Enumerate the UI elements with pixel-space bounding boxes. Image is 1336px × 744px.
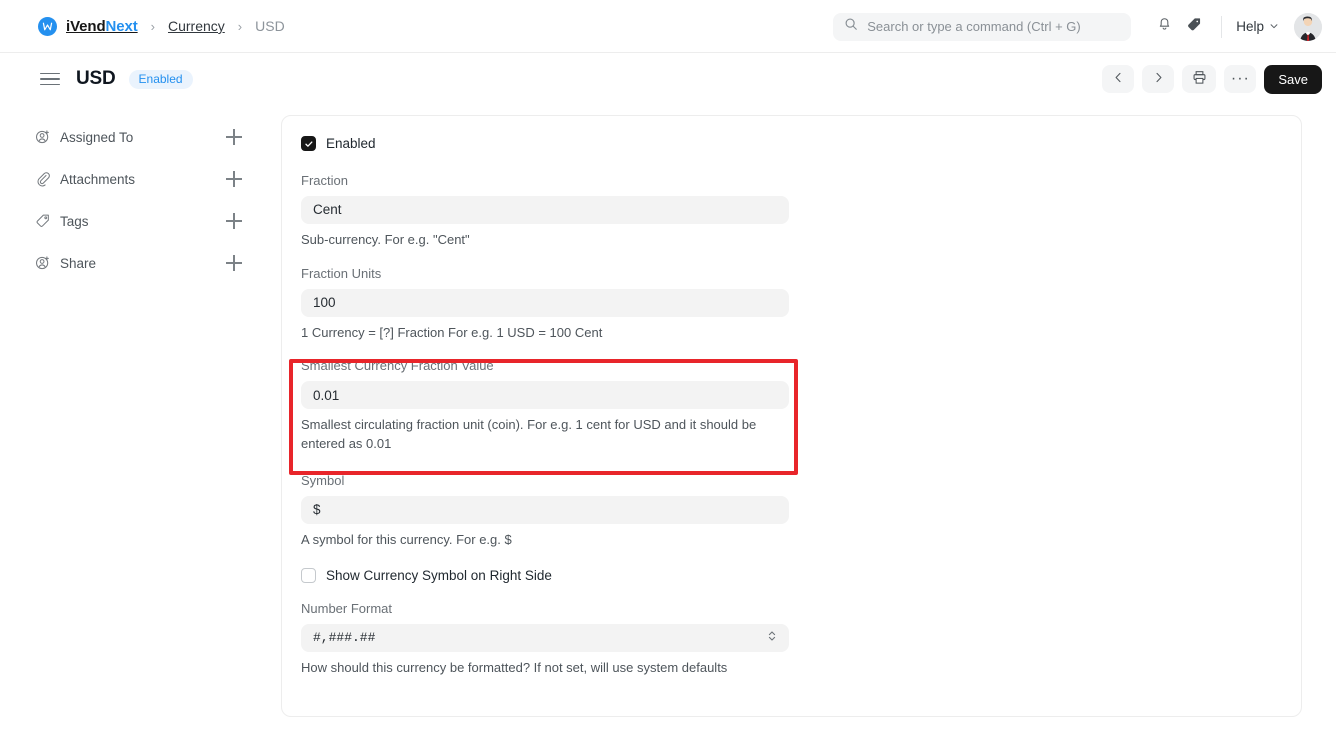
smallest-fraction-input[interactable]: 0.01 <box>301 381 789 410</box>
help-label: Help <box>1236 19 1264 34</box>
print-button[interactable] <box>1182 65 1217 93</box>
show-symbol-right-label: Show Currency Symbol on Right Side <box>326 567 552 583</box>
sidebar-item-tags[interactable]: Tags <box>34 209 258 233</box>
help-menu[interactable]: Help <box>1234 15 1281 38</box>
number-format-field: Number Format #,###.## How should this c… <box>301 601 1282 678</box>
page-header-actions: ··· Save <box>1102 64 1322 94</box>
chevron-right-icon <box>1152 71 1165 87</box>
tag-icon <box>34 213 51 230</box>
add-attachment-button[interactable] <box>226 171 242 187</box>
number-format-value: #,###.## <box>313 630 376 646</box>
brand-name[interactable]: iVendNext <box>66 18 138 35</box>
breadcrumb-item-currency[interactable]: Currency <box>168 18 225 34</box>
sidebar-item-label: Share <box>60 255 97 271</box>
user-avatar[interactable] <box>1294 12 1322 41</box>
top-navbar: iVendNext › Currency › USD Search or typ… <box>0 0 1336 53</box>
fraction-units-help: 1 Currency = [?] Fraction For e.g. 1 USD… <box>301 324 603 340</box>
symbol-label: Symbol <box>301 473 345 489</box>
brand-first: iVend <box>66 17 106 35</box>
notifications-button[interactable] <box>1149 12 1179 42</box>
number-format-select[interactable]: #,###.## <box>301 623 789 652</box>
breadcrumb-separator-2: › <box>237 18 243 34</box>
printer-icon <box>1192 70 1207 88</box>
smallest-fraction-field: Smallest Currency Fraction Value 0.01 Sm… <box>301 358 1282 454</box>
search-icon <box>844 17 858 36</box>
breadcrumb-separator-1: › <box>150 18 155 34</box>
user-plus-icon <box>34 129 51 146</box>
number-format-help: How should this currency be formatted? I… <box>301 659 728 675</box>
sidebar-item-label: Tags <box>60 213 89 229</box>
next-document-button[interactable] <box>1142 65 1175 93</box>
sidebar-item-assigned-to[interactable]: Assigned To <box>34 125 258 149</box>
hamburger-icon[interactable] <box>40 68 62 90</box>
tags-button[interactable] <box>1179 12 1209 42</box>
fraction-label: Fraction <box>301 173 348 188</box>
bell-icon <box>1156 16 1173 38</box>
breadcrumb-item-usd: USD <box>255 18 285 34</box>
fraction-field: Fraction Cent Sub-currency. For e.g. "Ce… <box>301 173 1282 250</box>
search-input[interactable] <box>867 19 1121 34</box>
sidebar-item-share[interactable]: Share <box>34 251 258 275</box>
smallest-fraction-label: Smallest Currency Fraction Value <box>301 358 494 374</box>
add-tag-button[interactable] <box>226 213 242 229</box>
global-search[interactable] <box>833 12 1132 41</box>
status-badge: Enabled <box>128 69 193 89</box>
fraction-units-label: Fraction Units <box>301 265 382 281</box>
more-actions-button[interactable]: ··· <box>1224 65 1257 93</box>
sidebar-item-attachments[interactable]: Attachments <box>34 167 258 191</box>
chevron-up-down-icon <box>767 629 777 647</box>
symbol-right-checkbox-row[interactable]: Show Currency Symbol on Right Side <box>301 567 1282 583</box>
smallest-fraction-help: Smallest circulating fraction unit (coin… <box>301 417 757 452</box>
page-title: USD <box>76 68 116 89</box>
symbol-help: A symbol for this currency. For e.g. $ <box>301 531 512 547</box>
previous-document-button[interactable] <box>1102 65 1135 93</box>
sidebar-item-label: Attachments <box>60 171 136 187</box>
paperclip-icon <box>34 171 51 188</box>
symbol-input[interactable]: $ <box>301 495 789 524</box>
navbar-right: Help <box>833 0 1322 53</box>
navbar-divider <box>1221 15 1223 38</box>
enabled-checkbox[interactable] <box>301 136 316 151</box>
enabled-checkbox-row[interactable]: Enabled <box>301 136 1282 151</box>
add-assigned-to-button[interactable] <box>226 129 242 145</box>
add-share-button[interactable] <box>226 255 242 271</box>
tag-icon <box>1186 16 1203 38</box>
symbol-field: Symbol $ A symbol for this currency. For… <box>301 473 1282 550</box>
page-body: Assigned To Attachments Tags Share Enabl… <box>0 105 1336 744</box>
show-symbol-right-checkbox[interactable] <box>301 567 316 583</box>
ivendnext-logo-icon[interactable] <box>38 16 57 36</box>
fraction-units-input[interactable]: 100 <box>301 288 789 317</box>
chevron-left-icon <box>1112 71 1125 87</box>
page-header: USD Enabled ··· Save <box>0 53 1336 105</box>
number-format-label: Number Format <box>301 600 393 616</box>
save-button[interactable]: Save <box>1264 64 1322 94</box>
document-sidebar: Assigned To Attachments Tags Share <box>34 105 258 744</box>
fraction-units-field: Fraction Units 100 1 Currency = [?] Frac… <box>301 266 1282 343</box>
sidebar-item-label: Assigned To <box>60 129 134 145</box>
user-plus-icon <box>34 255 51 272</box>
brand-second: Next <box>105 17 138 35</box>
enabled-checkbox-label: Enabled <box>326 136 376 151</box>
navbar-left: iVendNext › Currency › USD <box>0 16 285 36</box>
fraction-input[interactable]: Cent <box>301 195 789 224</box>
fraction-help: Sub-currency. For e.g. "Cent" <box>301 231 470 247</box>
chevron-down-icon <box>1269 19 1279 34</box>
currency-form-card: Enabled Fraction Cent Sub-currency. For … <box>281 115 1302 717</box>
